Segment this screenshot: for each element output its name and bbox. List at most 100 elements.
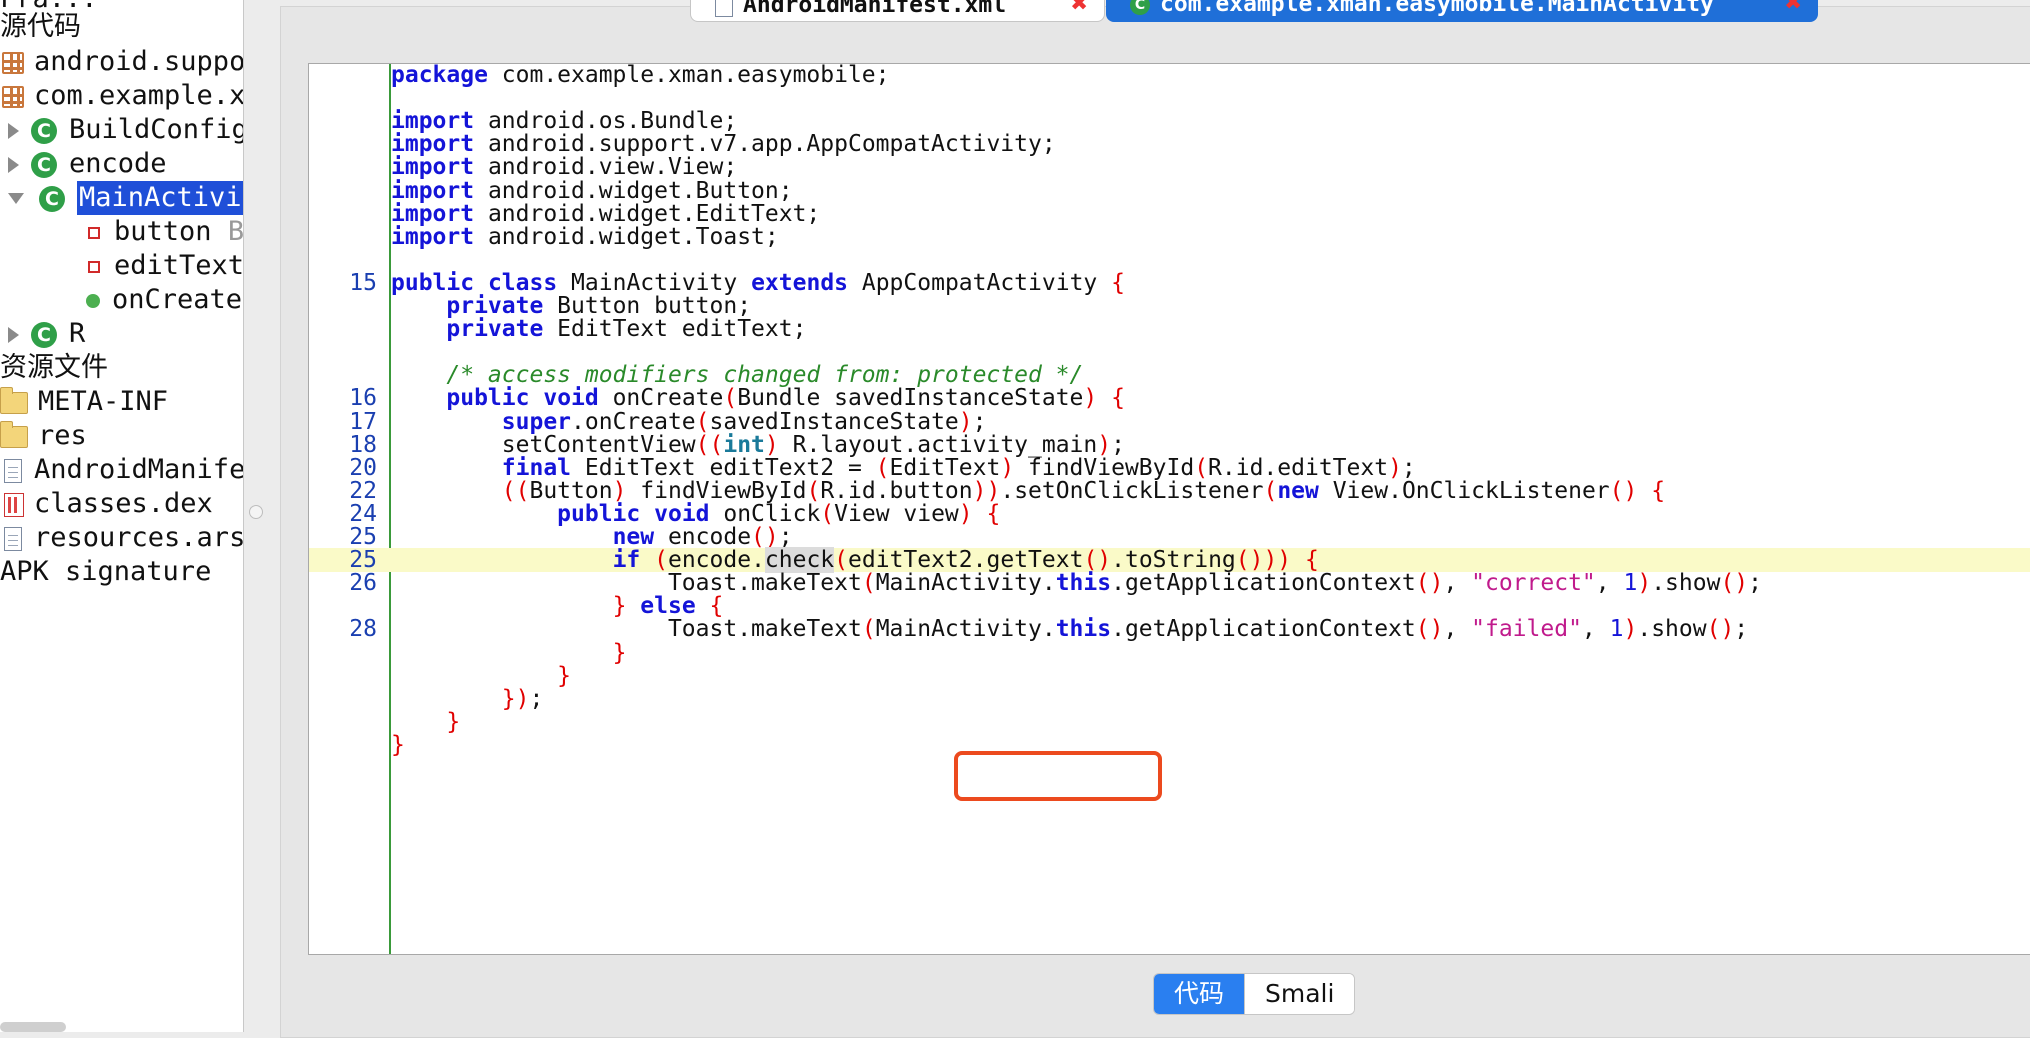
expand-arrow-icon[interactable] — [8, 326, 19, 343]
method-icon — [86, 293, 100, 308]
folder-icon — [0, 386, 28, 414]
code-text: import android.os.Bundle; — [391, 108, 738, 135]
code-text: package com.example.xman.easymobile; — [391, 63, 890, 88]
line-number: 24 — [349, 500, 377, 527]
code-line[interactable]: import android.support.v7.app.AppCompatA… — [309, 132, 2030, 156]
class-icon: C — [39, 185, 65, 212]
tree-class-r[interactable]: CR — [0, 317, 85, 351]
tab-code-view[interactable]: 代码 — [1154, 974, 1245, 1014]
code-line[interactable]: import android.widget.Toast; — [309, 225, 2030, 249]
code-text: new encode(); — [612, 524, 793, 550]
folder-label: res — [38, 420, 87, 451]
tab-smali-view[interactable]: Smali — [1244, 974, 1355, 1014]
code-line[interactable]: import android.widget.Button; — [309, 179, 2030, 203]
code-line[interactable]: import android.widget.EditText; — [309, 202, 2030, 226]
tree-folder-res[interactable]: res — [0, 419, 87, 453]
expand-arrow-icon[interactable] — [8, 122, 19, 139]
tree-folder-meta-inf[interactable]: META-INF — [0, 385, 168, 419]
code-line[interactable]: 18 setContentView((int) R.layout.activit… — [309, 433, 2030, 457]
code-line[interactable]: 20 final EditText editText2 = (EditText)… — [309, 456, 2030, 480]
line-number: 25 — [349, 547, 377, 574]
tab-android-manifest[interactable]: AndroidManifest.xml ✖ — [690, 0, 1105, 22]
tree-class-buildconfig[interactable]: C BuildConfig — [0, 113, 244, 147]
line-number: 15 — [349, 269, 377, 296]
tree-class-encode[interactable]: Cencode — [0, 147, 167, 181]
sidebar-horizontal-scrollbar[interactable] — [0, 1022, 66, 1032]
expand-arrow-icon[interactable] — [8, 156, 19, 173]
code-line[interactable]: } — [309, 641, 2030, 665]
code-text: import android.widget.Button; — [391, 177, 793, 204]
code-text: } — [612, 639, 627, 666]
highlight-annotation-box — [954, 751, 1162, 801]
code-line[interactable]: 28 Toast.makeText(MainActivity.this.getA… — [309, 617, 2030, 641]
tree-method-oncreate[interactable]: onCreate — [86, 283, 242, 317]
code-line[interactable]: 22 ((Button) findViewById(R.id.button)).… — [309, 479, 2030, 503]
class-icon: C — [31, 151, 57, 178]
code-text: ((Button) findViewById(R.id.button)).set… — [501, 477, 1666, 504]
tree-file-resources-arsc[interactable]: resources.arsc — [4, 521, 243, 555]
code-line[interactable]: import android.view.View; — [309, 155, 2030, 179]
code-line[interactable]: import android.os.Bundle; — [309, 109, 2030, 133]
splitter-handle[interactable] — [249, 505, 263, 519]
tree-file-classes-dex[interactable]: classes.dex — [4, 487, 213, 521]
code-line[interactable]: private Button button; — [309, 294, 2030, 318]
package-label: android.suppo — [34, 46, 244, 77]
file-icon — [4, 458, 22, 483]
code-line[interactable]: } else { — [309, 594, 2030, 618]
tree-apk-signature[interactable]: APK signature — [0, 555, 211, 589]
code-text: import android.view.View; — [391, 154, 738, 181]
close-icon[interactable]: ✖ — [1785, 0, 1802, 16]
tree-field-button[interactable]: button B — [88, 215, 243, 249]
tree-file-manifest[interactable]: AndroidManifest — [4, 453, 243, 487]
code-line[interactable]: 25 new encode(); — [309, 525, 2030, 549]
folder-icon — [0, 420, 28, 448]
code-line[interactable]: } — [309, 664, 2030, 688]
code-line[interactable]: 17 super.onCreate(savedInstanceState); — [309, 410, 2030, 434]
collapse-arrow-icon[interactable] — [8, 193, 24, 204]
code-line[interactable]: 26 Toast.makeText(MainActivity.this.getA… — [309, 571, 2030, 595]
code-line[interactable] — [309, 86, 2030, 110]
line-number: 17 — [349, 408, 377, 435]
tab-label: com.example.xman.easymobile.MainActivity — [1160, 0, 1714, 17]
tree-package-android-support[interactable]: android.suppo — [2, 45, 244, 79]
line-number: 16 — [349, 385, 377, 412]
code-line[interactable] — [309, 248, 2030, 272]
code-line[interactable]: 16 public void onCreate(Bundle savedInst… — [309, 386, 2030, 410]
code-line[interactable]: package com.example.xman.easymobile; — [309, 63, 2030, 88]
tab-strip: AndroidManifest.xml ✖ Ccom.example.xman.… — [0, 0, 2030, 30]
resources-header-label: 资源文件 — [0, 352, 108, 383]
code-editor[interactable]: package com.example.xman.easymobile; impo… — [308, 63, 2030, 955]
tree-class-mainactivity[interactable]: C MainActivity — [0, 181, 243, 215]
code-line[interactable]: } — [309, 733, 2030, 757]
code-text: } — [557, 662, 572, 689]
dex-file-icon — [4, 492, 24, 517]
tree-field-edittext[interactable]: editText — [88, 249, 243, 283]
code-line[interactable]: /* access modifiers changed from: protec… — [309, 363, 2030, 387]
tree-resources-header[interactable]: 资源文件 — [0, 351, 108, 385]
tree-package-com-example[interactable]: com.example.x — [2, 79, 243, 113]
file-label: classes.dex — [34, 488, 213, 519]
class-label: BuildConfig — [69, 114, 244, 145]
package-icon — [2, 51, 24, 74]
class-icon: C — [1130, 0, 1150, 15]
line-number: 28 — [349, 616, 377, 643]
code-line-highlighted[interactable]: 25 if (encode.check(editText2.getText().… — [309, 547, 2030, 574]
file-icon — [4, 526, 22, 551]
code-line[interactable]: 15 public class MainActivity extends AppC… — [309, 271, 2030, 295]
line-number: 25 — [349, 524, 377, 550]
code-line[interactable]: }); — [309, 687, 2030, 711]
close-icon[interactable]: ✖ — [1071, 0, 1088, 17]
code-line[interactable]: } — [309, 710, 2030, 734]
tab-label: AndroidManifest.xml — [743, 0, 1007, 18]
code-line[interactable] — [309, 340, 2030, 364]
project-tree[interactable]: Fra... 源代码 android.suppo com.example.x C… — [0, 0, 244, 1032]
tab-main-activity[interactable]: Ccom.example.xman.easymobile.MainActivit… — [1106, 0, 1818, 22]
code-text: public void onCreate(Bundle savedInstanc… — [446, 385, 1125, 412]
code-text: /* access modifiers changed from: protec… — [446, 362, 1084, 389]
line-number: 26 — [349, 570, 377, 597]
apk-signature-label: APK signature — [0, 556, 212, 587]
line-number: 20 — [349, 454, 377, 481]
code-line[interactable]: private EditText editText; — [309, 317, 2030, 341]
view-mode-toggle[interactable]: 代码 Smali — [1153, 973, 1356, 1015]
code-line[interactable]: 24 public void onClick(View view) { — [309, 502, 2030, 526]
